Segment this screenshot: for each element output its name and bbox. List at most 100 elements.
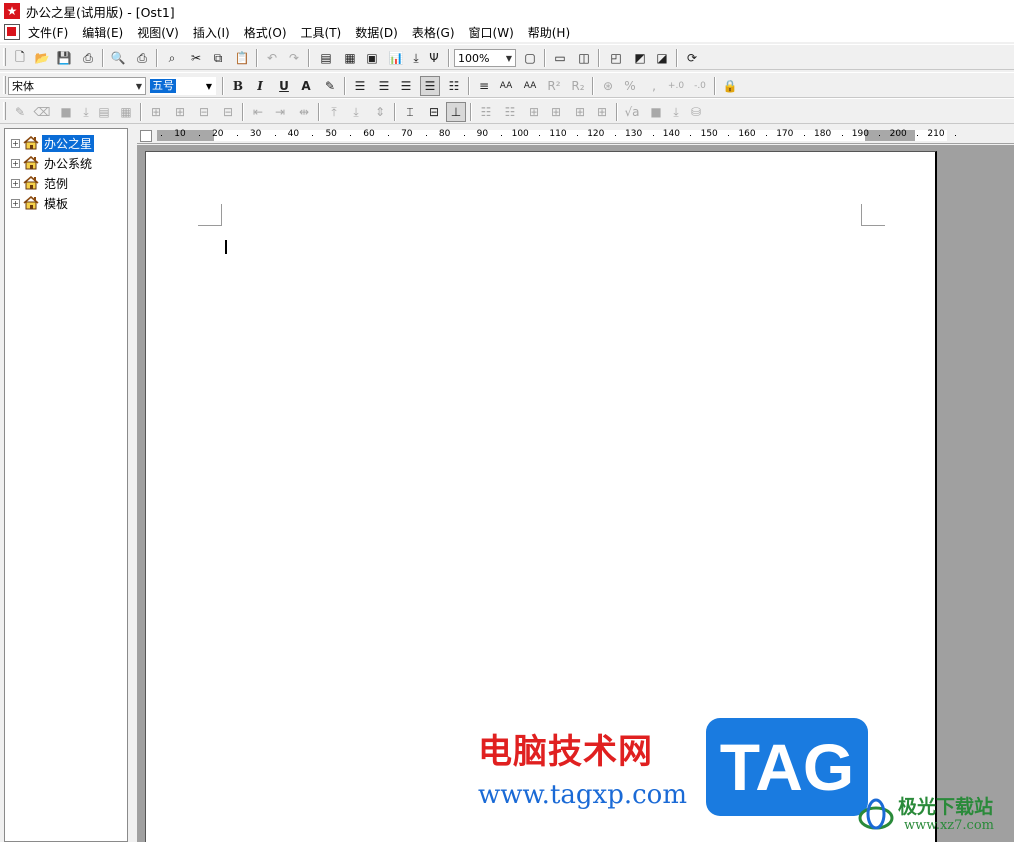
- expand-icon[interactable]: +: [11, 158, 20, 168]
- tree-item-office-star[interactable]: + 办公之星: [11, 134, 95, 152]
- currency-icon[interactable]: ⊛: [598, 76, 618, 96]
- auto-fit-icon[interactable]: ⊞: [524, 102, 544, 122]
- shading-dropdown-icon[interactable]: ⤓: [666, 102, 686, 122]
- superscript-icon[interactable]: R²: [544, 76, 564, 96]
- cell-align-bottom-icon[interactable]: ⊥: [446, 102, 466, 122]
- two-column-icon[interactable]: ◫: [574, 48, 594, 68]
- distribute-columns-icon[interactable]: ☷: [500, 102, 520, 122]
- comma-icon[interactable]: ,: [644, 76, 664, 96]
- tree-item-examples[interactable]: + 范例: [11, 174, 70, 192]
- edit-frame-icon[interactable]: ◩: [630, 48, 650, 68]
- font-name-select[interactable]: 宋体 ▼: [8, 77, 146, 95]
- menu-window[interactable]: 窗口(W): [469, 24, 514, 41]
- line-spacing-icon[interactable]: ≡: [474, 76, 494, 96]
- cell-align-middle-icon[interactable]: ⊟: [424, 102, 444, 122]
- insert-picture-icon[interactable]: ▣: [362, 48, 382, 68]
- refresh-icon[interactable]: ⟳: [682, 48, 702, 68]
- insert-table-icon[interactable]: ▦: [340, 48, 360, 68]
- menu-view[interactable]: 视图(V): [137, 24, 179, 41]
- open-folder-icon[interactable]: 📂: [32, 48, 52, 68]
- grow-font-icon[interactable]: AA: [496, 76, 516, 96]
- shading-icon[interactable]: ■: [646, 102, 666, 122]
- formula-icon[interactable]: √a: [622, 102, 642, 122]
- toolbar-grip[interactable]: [3, 76, 6, 94]
- font-size-select[interactable]: 五号 ▼: [150, 77, 216, 95]
- toolbar-grip[interactable]: [3, 102, 6, 120]
- merge-right-icon[interactable]: ⇥: [270, 102, 290, 122]
- print-preview-icon[interactable]: 🔍: [108, 48, 128, 68]
- align-left-icon[interactable]: ☰: [350, 76, 370, 96]
- menu-format[interactable]: 格式(O): [244, 24, 287, 41]
- paste-icon[interactable]: 📋: [232, 48, 252, 68]
- justify-icon[interactable]: ☰: [420, 76, 440, 96]
- merge-left-icon[interactable]: ⇤: [248, 102, 268, 122]
- single-column-icon[interactable]: ▭: [550, 48, 570, 68]
- menu-table[interactable]: 表格(G): [412, 24, 455, 41]
- tree-item-office-system[interactable]: + 办公系统: [11, 154, 94, 172]
- merge-up-icon[interactable]: ⤒: [324, 102, 344, 122]
- tree-item-templates[interactable]: + 模板: [11, 194, 70, 212]
- document-icon[interactable]: [4, 24, 20, 40]
- insert-symbol-icon[interactable]: Ψ: [424, 48, 444, 68]
- image-edit-icon[interactable]: ◪: [652, 48, 672, 68]
- zoom-select[interactable]: 100% ▼: [454, 49, 516, 67]
- ruler-corner-box[interactable]: [140, 130, 152, 142]
- menu-tools[interactable]: 工具(T): [301, 24, 342, 41]
- percent-icon[interactable]: %: [620, 76, 640, 96]
- lock-icon[interactable]: 🔒: [720, 76, 740, 96]
- cell-align-top-icon[interactable]: ⌶: [400, 102, 420, 122]
- insert-chart-icon[interactable]: 📊: [386, 48, 406, 68]
- horizontal-ruler[interactable]: 10 20 30 40 50 60 70 80 90 100 110 120 130 140 150 160 1…: [137, 128, 1014, 144]
- undo-icon[interactable]: ↶: [262, 48, 282, 68]
- fill-dropdown-icon[interactable]: ⤓: [76, 102, 96, 122]
- align-center-icon[interactable]: ☰: [374, 76, 394, 96]
- menu-edit[interactable]: 编辑(E): [82, 24, 123, 41]
- expand-icon[interactable]: +: [11, 138, 20, 148]
- equal-height-icon[interactable]: ⊞: [570, 102, 590, 122]
- insert-column-icon[interactable]: ⊞: [170, 102, 190, 122]
- find-binoculars-icon[interactable]: ⌕: [162, 48, 182, 68]
- highlight-icon[interactable]: ✎: [320, 76, 340, 96]
- distribute-icon[interactable]: ☷: [444, 76, 464, 96]
- menu-help[interactable]: 帮助(H): [528, 24, 570, 41]
- fill-color-icon[interactable]: ■: [56, 102, 76, 122]
- menu-file[interactable]: 文件(F): [28, 24, 68, 41]
- full-page-icon[interactable]: ▢: [520, 48, 540, 68]
- border-style-icon[interactable]: ▤: [94, 102, 114, 122]
- italic-icon[interactable]: I: [250, 76, 270, 96]
- pencil-icon[interactable]: ✎: [10, 102, 30, 122]
- expand-icon[interactable]: +: [11, 198, 20, 208]
- distribute-rows-icon[interactable]: ☷: [476, 102, 496, 122]
- split-vertical-icon[interactable]: ⇕: [370, 102, 390, 122]
- equal-width-icon[interactable]: ⊞: [546, 102, 566, 122]
- shrink-font-icon[interactable]: AA: [520, 76, 540, 96]
- save-icon[interactable]: 💾: [54, 48, 74, 68]
- delete-column-icon[interactable]: ⊟: [218, 102, 238, 122]
- toolbar-grip[interactable]: [3, 48, 6, 66]
- underline-icon[interactable]: U: [274, 76, 294, 96]
- redo-icon[interactable]: ↷: [284, 48, 304, 68]
- print-icon[interactable]: ⎙: [132, 48, 152, 68]
- cut-icon[interactable]: ✂: [186, 48, 206, 68]
- insert-text-frame-icon[interactable]: ▤: [316, 48, 336, 68]
- decrease-decimal-icon[interactable]: -.0: [690, 76, 710, 96]
- table-grid-icon[interactable]: ⊞: [592, 102, 612, 122]
- border-all-icon[interactable]: ▦: [116, 102, 136, 122]
- insert-download-icon[interactable]: ⤓: [406, 48, 426, 68]
- font-color-icon[interactable]: A: [296, 76, 316, 96]
- delete-row-icon[interactable]: ⊟: [194, 102, 214, 122]
- copy-icon[interactable]: ⧉: [208, 48, 228, 68]
- split-cell-icon[interactable]: ⇹: [294, 102, 314, 122]
- menu-data[interactable]: 数据(D): [355, 24, 398, 41]
- eraser-icon[interactable]: ⌫: [32, 102, 52, 122]
- menu-insert[interactable]: 插入(I): [193, 24, 230, 41]
- expand-icon[interactable]: +: [11, 178, 20, 188]
- panel-splitter[interactable]: [128, 128, 136, 842]
- paint-bucket-icon[interactable]: ⛁: [686, 102, 706, 122]
- insert-row-icon[interactable]: ⊞: [146, 102, 166, 122]
- increase-decimal-icon[interactable]: +.0: [666, 76, 686, 96]
- print-setup-icon[interactable]: ⎙: [78, 48, 98, 68]
- new-document-icon[interactable]: 🗋: [10, 48, 30, 68]
- bold-icon[interactable]: B: [228, 76, 248, 96]
- window-layout-icon[interactable]: ◰: [606, 48, 626, 68]
